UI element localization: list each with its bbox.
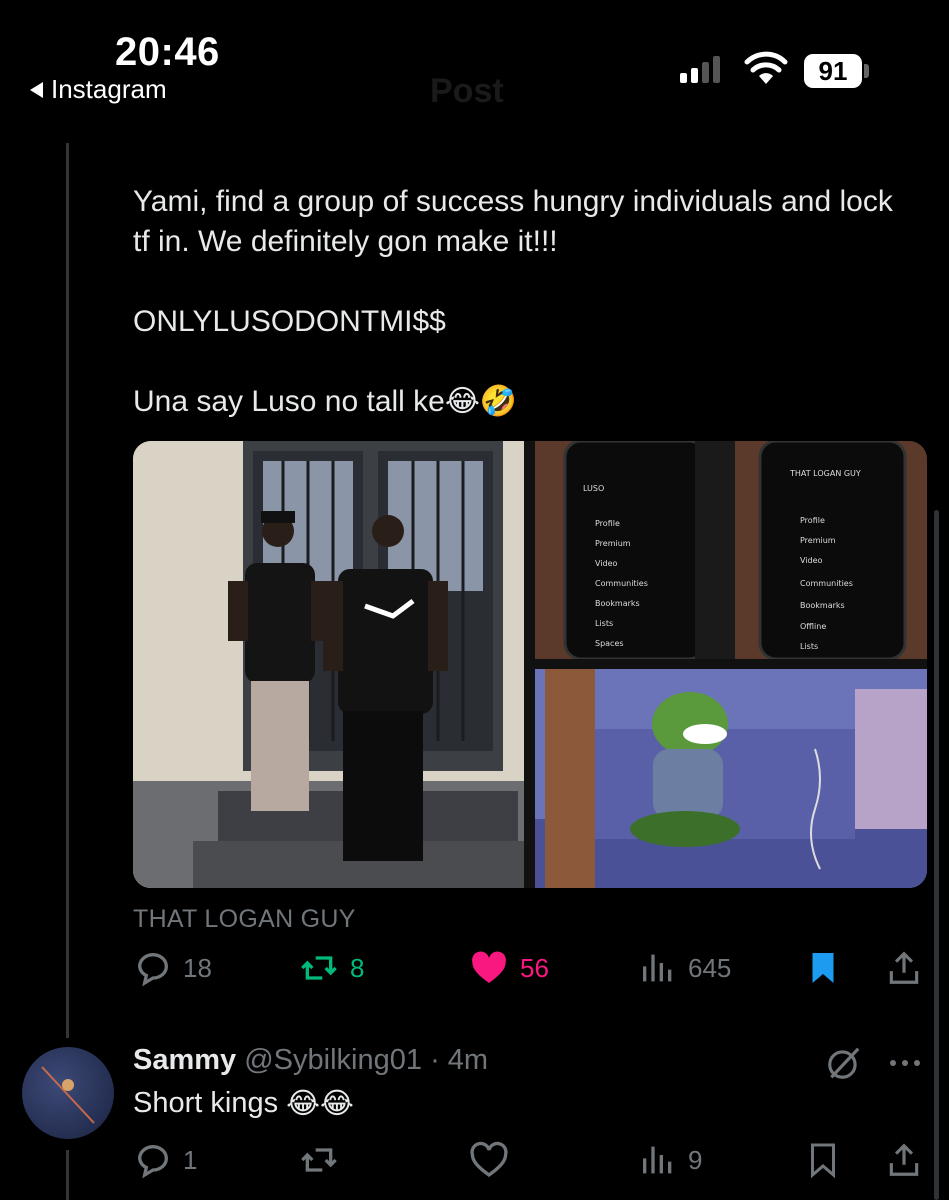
- header-title: Post: [430, 72, 504, 110]
- tweet-line-3: Una say Luso no tall ke😂🤣: [133, 385, 518, 418]
- reply-share-button[interactable]: [885, 1140, 923, 1180]
- back-arrow-icon: [30, 81, 43, 98]
- svg-text:LUSO: LUSO: [583, 484, 604, 493]
- views-button[interactable]: 645: [638, 948, 731, 988]
- photo-pepe-meme[interactable]: [535, 669, 927, 888]
- svg-text:Video: Video: [800, 556, 823, 565]
- svg-text:Profile: Profile: [595, 519, 620, 528]
- reply-repost-button[interactable]: [298, 1140, 340, 1180]
- wifi-icon: [744, 51, 788, 84]
- tweet-line-2: ONLYLUSODONTMI$$: [133, 305, 446, 338]
- reply-emoji: 😂😂: [286, 1088, 354, 1120]
- reply-header: Sammy @Sybilking01 · 4m: [133, 1044, 488, 1077]
- share-icon: [889, 951, 919, 984]
- tweet-line-1: Yami, find a group of success hungry ind…: [133, 185, 893, 258]
- reply-icon: [137, 1145, 168, 1179]
- reply-bookmark-button[interactable]: [805, 1140, 841, 1180]
- svg-text:Profile: Profile: [800, 516, 825, 525]
- emoji: 😂🤣: [444, 385, 518, 418]
- heart-icon: [470, 1141, 508, 1178]
- views-count: 645: [688, 952, 732, 983]
- back-app-label: Instagram: [51, 74, 167, 104]
- reply-reply-button[interactable]: 1: [133, 1140, 197, 1180]
- reply-action-bar: 1 9: [133, 1140, 927, 1184]
- bookmark-icon: [812, 953, 834, 983]
- repost-icon: [301, 956, 337, 980]
- avatar[interactable]: [22, 1047, 114, 1139]
- svg-text:Premium: Premium: [800, 536, 836, 545]
- reply-button[interactable]: 18: [133, 948, 212, 988]
- svg-text:Lists: Lists: [595, 619, 613, 628]
- repost-button[interactable]: 8: [298, 948, 364, 988]
- svg-text:Bookmarks: Bookmarks: [595, 599, 640, 608]
- svg-text:Premium: Premium: [595, 539, 631, 548]
- reply-text: Short kings: [133, 1087, 279, 1119]
- svg-text:Communities: Communities: [800, 579, 853, 588]
- reply-views-button[interactable]: 9: [638, 1140, 702, 1180]
- cellular-signal-icon: [680, 56, 720, 83]
- reply-icon: [137, 953, 168, 987]
- back-to-app-button[interactable]: Instagram: [30, 74, 167, 105]
- svg-text:Spaces: Spaces: [595, 639, 624, 648]
- bookmark-button[interactable]: [805, 948, 841, 988]
- views-chart-icon: [643, 954, 672, 982]
- reply-like-button[interactable]: [468, 1140, 510, 1180]
- media-caption: THAT LOGAN GUY: [133, 905, 356, 933]
- like-button[interactable]: 56: [468, 948, 549, 988]
- svg-text:THAT LOGAN GUY: THAT LOGAN GUY: [789, 469, 861, 478]
- scrollbar[interactable]: [934, 510, 939, 1200]
- photo-two-men[interactable]: [133, 441, 524, 888]
- media-grid[interactable]: LUSO Profile Premium Video Communities Book…: [133, 441, 927, 888]
- reply-count: 18: [183, 952, 212, 983]
- share-icon: [889, 1143, 919, 1176]
- svg-text:Lists: Lists: [800, 642, 818, 651]
- like-count: 56: [520, 952, 549, 983]
- reply-body: Short kings 😂😂: [133, 1086, 354, 1121]
- repost-icon: [301, 1148, 337, 1172]
- svg-text:Offline: Offline: [800, 622, 826, 631]
- svg-text:Communities: Communities: [595, 579, 648, 588]
- reply-views-count: 9: [688, 1144, 703, 1175]
- thread-line-lower: [66, 1150, 69, 1200]
- svg-text:Bookmarks: Bookmarks: [800, 601, 845, 610]
- thread-line: [66, 143, 69, 1038]
- views-chart-icon: [643, 1146, 672, 1174]
- svg-text:Video: Video: [595, 559, 618, 568]
- repost-count: 8: [350, 952, 365, 983]
- grok-icon[interactable]: [825, 1044, 863, 1082]
- battery-cap: [864, 64, 869, 78]
- reply-reply-count: 1: [183, 1144, 198, 1175]
- share-button[interactable]: [885, 948, 923, 988]
- clock: 20:46: [115, 30, 220, 74]
- reply-author-name[interactable]: Sammy: [133, 1044, 236, 1076]
- tweet-body: Yami, find a group of success hungry ind…: [133, 182, 913, 422]
- battery-indicator: 91: [804, 54, 862, 88]
- bookmark-icon: [811, 1143, 835, 1179]
- reply-author-handle[interactable]: @Sybilking01: [244, 1044, 422, 1076]
- more-options-icon[interactable]: [888, 1058, 922, 1068]
- tweet-action-bar: 18 8 56 645: [133, 948, 927, 992]
- reply-timestamp: · 4m: [430, 1044, 489, 1076]
- status-bar: Post 20:46 Instagram 91: [0, 0, 949, 115]
- photo-phone-screens[interactable]: LUSO Profile Premium Video Communities Book…: [535, 441, 927, 659]
- heart-icon: [472, 951, 506, 983]
